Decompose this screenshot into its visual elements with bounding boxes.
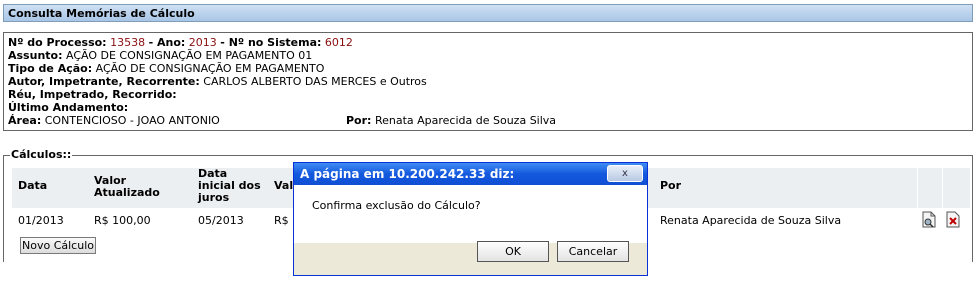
header-por: Por xyxy=(660,179,682,192)
defendant-label: Réu, Impetrado, Recorrido: xyxy=(8,88,177,101)
calculations-legend: Cálculos:: xyxy=(10,148,73,161)
action-type-label: Tipo de Ação: xyxy=(8,62,93,75)
process-number-label: Nº do Processo: xyxy=(8,36,107,49)
process-number: 13538 xyxy=(110,36,146,49)
author-label: Autor, Impetrante, Recorrente: xyxy=(8,75,200,88)
action-type-value: AÇÃO DE CONSIGNAÇÃO EM PAGAMENTO xyxy=(95,62,325,75)
dialog-cancel-button[interactable]: Cancelar xyxy=(557,241,629,262)
dialog-body: Confirma exclusão do Cálculo? xyxy=(294,185,647,243)
page-title: Consulta Memórias de Cálculo xyxy=(3,4,973,22)
confirm-dialog: A página em 10.200.242.33 diz: x Confirm… xyxy=(293,162,648,276)
by-label: Por: xyxy=(346,114,372,127)
row-valor: R$ 100,00 xyxy=(94,214,151,227)
dialog-ok-button[interactable]: OK xyxy=(477,241,549,262)
header-valor: Valor Atualizado xyxy=(94,174,160,199)
last-progress-row: Último Andamento: xyxy=(8,101,968,114)
action-type-row: Tipo de Ação: AÇÃO DE CONSIGNAÇÃO EM PAG… xyxy=(8,62,968,75)
year-value: 2013 xyxy=(188,36,217,49)
last-progress-label: Último Andamento: xyxy=(8,101,129,114)
by-value: Renata Aparecida de Souza Silva xyxy=(374,114,557,127)
view-document-icon[interactable] xyxy=(922,211,936,228)
subject-value: AÇÃO DE CONSIGNAÇÃO EM PAGAMENTO 01 xyxy=(65,49,313,62)
row-por: Renata Aparecida de Souza Silva xyxy=(660,214,842,227)
row-data-juros: 05/2013 xyxy=(198,214,244,227)
defendant-row: Réu, Impetrado, Recorrido: xyxy=(8,88,968,101)
area-label: Área: xyxy=(8,114,42,127)
dialog-title: A página em 10.200.242.33 diz: xyxy=(294,163,647,185)
header-data: Data xyxy=(18,179,48,192)
process-info-box: Nº do Processo: 13538 - Ano: 2013 - Nº n… xyxy=(3,32,973,131)
header-valor-partial: Val xyxy=(274,179,294,192)
dialog-close-button[interactable]: x xyxy=(607,165,643,182)
row-valor-partial: R$ xyxy=(274,214,289,227)
author-value: CARLOS ALBERTO DAS MERCES e Outros xyxy=(203,75,427,88)
dialog-message: Confirma exclusão do Cálculo? xyxy=(312,199,481,212)
new-calculation-button[interactable]: Novo Cálculo xyxy=(20,237,96,254)
area-value: CONTENCIOSO - JOAO ANTONIO xyxy=(44,114,220,127)
year-label: Ano: xyxy=(156,36,186,49)
area-row: Área: CONTENCIOSO - JOAO ANTONIO Por: Re… xyxy=(8,114,968,127)
author-row: Autor, Impetrante, Recorrente: CARLOS AL… xyxy=(8,75,968,88)
system-number: 6012 xyxy=(324,36,353,49)
header-data-juros: Data inicial dos juros xyxy=(198,167,261,204)
process-row: Nº do Processo: 13538 - Ano: 2013 - Nº n… xyxy=(8,36,353,49)
subject-row: Assunto: AÇÃO DE CONSIGNAÇÃO EM PAGAMENT… xyxy=(8,49,968,62)
subject-label: Assunto: xyxy=(8,49,63,62)
system-number-label: Nº no Sistema: xyxy=(228,36,322,49)
row-data: 01/2013 xyxy=(18,214,64,227)
delete-icon[interactable] xyxy=(946,211,960,228)
